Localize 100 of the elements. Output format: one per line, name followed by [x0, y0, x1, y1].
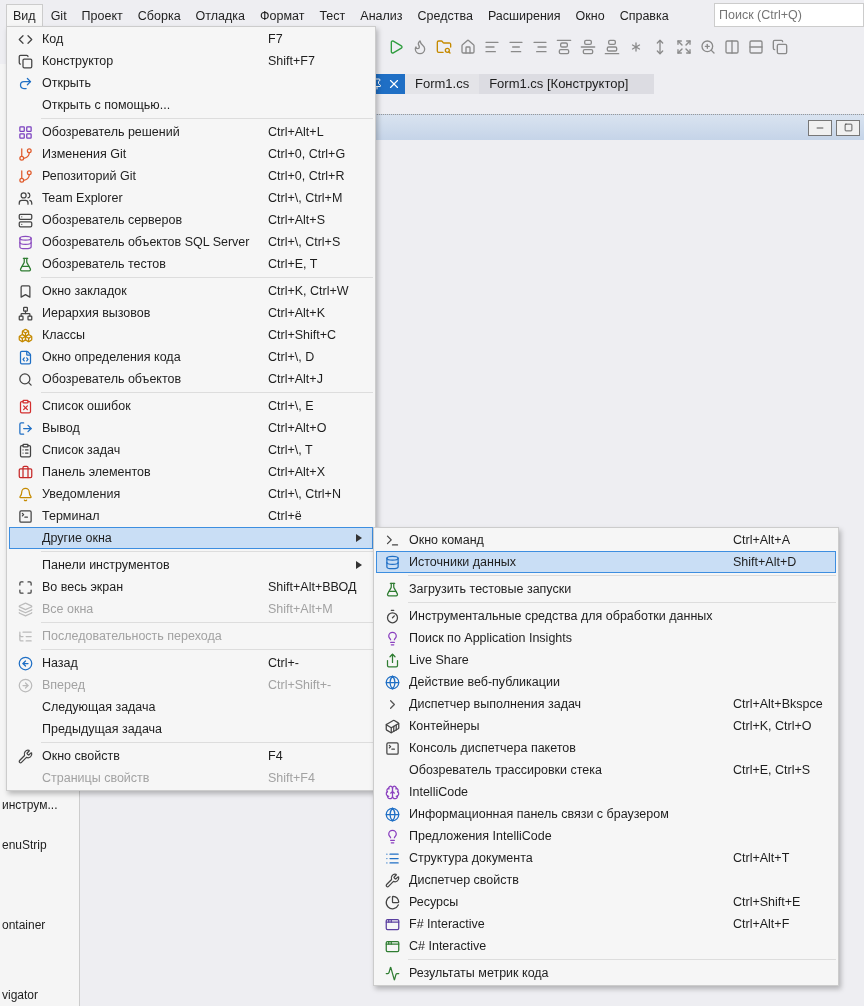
menu-item[interactable]: Консоль диспетчера пакетов: [376, 737, 836, 759]
share-icon: [384, 652, 400, 668]
align-center-icon[interactable]: [508, 39, 524, 55]
toolbox-item[interactable]: ontainer: [0, 918, 79, 932]
menu-item[interactable]: Контейнеры Ctrl+K, Ctrl+O: [376, 715, 836, 737]
columns-icon[interactable]: [724, 39, 740, 55]
minimize-button[interactable]: [808, 119, 832, 136]
menu-bar-item[interactable]: Расширения: [480, 3, 568, 27]
redo-arrow-icon: [17, 75, 33, 91]
menu-item[interactable]: Обозреватель трассировки стека Ctrl+E, Ctrl+S: [376, 759, 836, 781]
search-field[interactable]: Поиск (Ctrl+Q): [714, 3, 864, 27]
zoom-icon[interactable]: [700, 39, 716, 55]
menu-item[interactable]: Поиск по Application Insights: [376, 627, 836, 649]
menu-item[interactable]: Действие веб-публикации: [376, 671, 836, 693]
copy-icon[interactable]: [772, 39, 788, 55]
align-right-icon[interactable]: [532, 39, 548, 55]
menu-item[interactable]: Ресурсы Ctrl+Shift+E: [376, 891, 836, 913]
menu-item[interactable]: Код F7: [9, 28, 373, 50]
expand-icon[interactable]: [676, 39, 692, 55]
editor-tab[interactable]: Form1.cs: [405, 74, 480, 94]
menu-item[interactable]: Инструментальные средства для обработки данных: [376, 605, 836, 627]
menu-item[interactable]: Источники данных Shift+Alt+D: [376, 551, 836, 573]
menu-bar-item[interactable]: Анализ: [353, 3, 410, 27]
align-middle-icon[interactable]: [580, 39, 596, 55]
menu-item[interactable]: Во весь экран Shift+Alt+ВВОД: [9, 576, 373, 598]
menu-item[interactable]: Терминал Ctrl+ё: [9, 505, 373, 527]
task-list-icon: [17, 442, 33, 458]
menu-item[interactable]: Окно свойств F4: [9, 745, 373, 767]
menu-bar-item[interactable]: Вид: [6, 3, 43, 27]
play-icon[interactable]: [388, 39, 404, 55]
menu-bar-item[interactable]: Git: [43, 3, 74, 27]
menu-item[interactable]: C# Interactive: [376, 935, 836, 957]
menu-item[interactable]: Окно команд Ctrl+Alt+A: [376, 529, 836, 551]
menu-bar-item[interactable]: Окно: [568, 3, 612, 27]
bell-icon: [17, 486, 33, 502]
menu-bar-item[interactable]: Средства: [410, 3, 480, 27]
server-icon: [17, 212, 33, 228]
menu-item[interactable]: Обозреватель объектов Ctrl+Alt+J: [9, 368, 373, 390]
menu-item[interactable]: Предложения IntelliCode: [376, 825, 836, 847]
menu-item[interactable]: Результаты метрик кода: [376, 962, 836, 984]
menu-bar-item[interactable]: Справка: [612, 3, 676, 27]
menu-item[interactable]: Назад Ctrl+-: [9, 652, 373, 674]
menu-item[interactable]: Изменения Git Ctrl+0, Ctrl+G: [9, 143, 373, 165]
home-icon[interactable]: [460, 39, 476, 55]
editor-tab[interactable]: Form1.cs [Конструктор]: [479, 74, 655, 94]
pulse-icon: [384, 965, 400, 981]
menu-item[interactable]: Список задач Ctrl+\, T: [9, 439, 373, 461]
sequence-icon: [17, 628, 33, 644]
menu-item[interactable]: F# Interactive Ctrl+Alt+F: [376, 913, 836, 935]
menu-item[interactable]: Диспетчер выполнения задач Ctrl+Alt+Bkspce: [376, 693, 836, 715]
menu-bar-item[interactable]: Проект: [74, 3, 130, 27]
menu-item[interactable]: Окно определения кода Ctrl+\, D: [9, 346, 373, 368]
align-top-icon[interactable]: [556, 39, 572, 55]
toolbox-item[interactable]: инструм...: [0, 798, 79, 812]
menu-item[interactable]: Диспетчер свойств: [376, 869, 836, 891]
solution-icon: [17, 124, 33, 140]
menu-item[interactable]: Следующая задача: [9, 696, 373, 718]
menu-item[interactable]: Предыдущая задача: [9, 718, 373, 740]
menu-bar-item[interactable]: Отладка: [188, 3, 252, 27]
menu-bar-item[interactable]: Тест: [312, 3, 353, 27]
menu-item[interactable]: Открыть с помощью...: [9, 94, 373, 116]
git-branch-icon: [17, 146, 33, 162]
menu-bar-item[interactable]: Формат: [253, 3, 312, 27]
terminal-icon: [384, 740, 400, 756]
menu-item[interactable]: Team Explorer Ctrl+\, Ctrl+M: [9, 187, 373, 209]
menu-item[interactable]: Открыть: [9, 72, 373, 94]
menu-item[interactable]: Live Share: [376, 649, 836, 671]
menu-item[interactable]: Другие окна: [9, 527, 373, 549]
menu-item[interactable]: Окно закладок Ctrl+K, Ctrl+W: [9, 280, 373, 302]
menu-item[interactable]: Вывод Ctrl+Alt+O: [9, 417, 373, 439]
menu-item[interactable]: Уведомления Ctrl+\, Ctrl+N: [9, 483, 373, 505]
toolbox-item[interactable]: enuStrip: [0, 838, 79, 852]
menu-item[interactable]: Конструктор Shift+F7: [9, 50, 373, 72]
flame-icon[interactable]: [412, 39, 428, 55]
menu-item[interactable]: Панели инструментов: [9, 554, 373, 576]
menu-item[interactable]: Обозреватель решений Ctrl+Alt+L: [9, 121, 373, 143]
menu-item[interactable]: Структура документа Ctrl+Alt+T: [376, 847, 836, 869]
align-bottom-icon[interactable]: [604, 39, 620, 55]
menu-item[interactable]: Загрузить тестовые запуски: [376, 578, 836, 600]
menu-item[interactable]: Список ошибок Ctrl+\, E: [9, 395, 373, 417]
submenu-arrow-icon: [356, 534, 362, 542]
menu-item[interactable]: Иерархия вызовов Ctrl+Alt+K: [9, 302, 373, 324]
menu-item[interactable]: Обозреватель серверов Ctrl+Alt+S: [9, 209, 373, 231]
menu-item[interactable]: Обозреватель объектов SQL Server Ctrl+\, Ctrl+S: [9, 231, 373, 253]
maximize-button[interactable]: [836, 119, 860, 136]
menu-item[interactable]: Обозреватель тестов Ctrl+E, T: [9, 253, 373, 275]
toolbox-item[interactable]: vigator: [0, 988, 79, 1002]
menu-bar-item[interactable]: Сборка: [130, 3, 188, 27]
close-icon[interactable]: [387, 77, 401, 91]
menu-item[interactable]: IntelliCode: [376, 781, 836, 803]
menu-item[interactable]: Классы Ctrl+Shift+C: [9, 324, 373, 346]
flask-icon: [384, 581, 400, 597]
fullscreen-icon: [17, 579, 33, 595]
align-left-icon[interactable]: [484, 39, 500, 55]
git-branch-icon: [17, 168, 33, 184]
folder-search-icon[interactable]: [436, 39, 452, 55]
rows-icon[interactable]: [748, 39, 764, 55]
menu-item[interactable]: Информационная панель связи с браузером: [376, 803, 836, 825]
menu-item[interactable]: Репозиторий Git Ctrl+0, Ctrl+R: [9, 165, 373, 187]
menu-item[interactable]: Панель элементов Ctrl+Alt+X: [9, 461, 373, 483]
